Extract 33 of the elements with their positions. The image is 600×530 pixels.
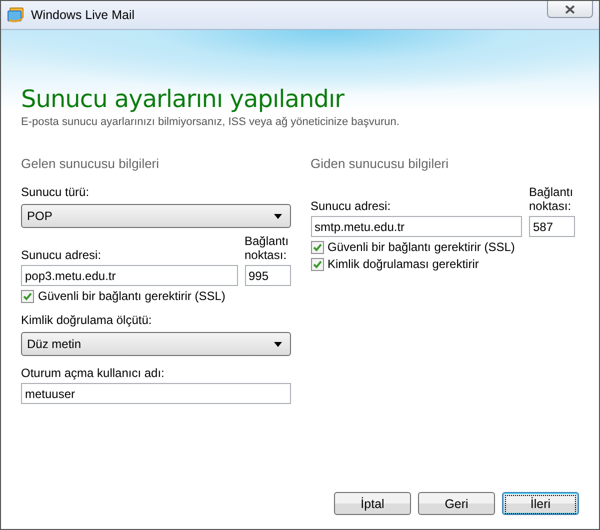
field-label: Kimlik doğrulama ölçütü: bbox=[21, 313, 153, 327]
server-address-field[interactable]: smtp.metu.edu.tr bbox=[310, 216, 522, 237]
field-label: Sunucu adresi: bbox=[21, 248, 102, 262]
dropdown-arrow-icon bbox=[274, 342, 282, 346]
dropdown-arrow-icon bbox=[274, 214, 282, 218]
section-title: Giden sunucusu bilgileri bbox=[310, 156, 450, 171]
window-title: Windows Live Mail bbox=[31, 8, 135, 22]
checkbox[interactable] bbox=[21, 290, 34, 302]
close-button[interactable] bbox=[547, 1, 593, 18]
server-address-field[interactable]: pop3.metu.edu.tr bbox=[21, 265, 238, 286]
port-field[interactable]: 995 bbox=[244, 265, 290, 286]
checkbox-label: Güvenli bir bağlantı gerektirir (SSL) bbox=[38, 289, 226, 303]
dialog-button[interactable]: İptal bbox=[334, 492, 411, 515]
field-label: Sunucu adresi: bbox=[310, 199, 392, 213]
app-icon bbox=[7, 7, 25, 23]
server-type-dropdown[interactable]: POP bbox=[21, 204, 290, 228]
dialog-button[interactable]: Geri bbox=[418, 492, 495, 515]
field-label: Bağlantı noktası: bbox=[244, 234, 290, 262]
port-field[interactable]: 587 bbox=[529, 216, 575, 237]
field-label: Sunucu türü: bbox=[21, 185, 90, 199]
dialog-button[interactable]: İleri bbox=[502, 492, 579, 515]
login-name-field[interactable]: metuuser bbox=[21, 383, 290, 404]
close-icon bbox=[565, 4, 575, 14]
checkbox[interactable] bbox=[310, 258, 324, 270]
checkbox-label: Kimlik doğrulaması gerektirir bbox=[328, 257, 479, 271]
checkbox-label: Güvenli bir bağlantı gerektirir (SSL) bbox=[328, 240, 515, 254]
auth-method-dropdown[interactable]: Düz metin bbox=[21, 332, 290, 356]
field-label: Bağlantı noktası: bbox=[529, 185, 574, 213]
page-heading: Sunucu ayarlarını yapılandır bbox=[21, 85, 346, 113]
field-label: Oturum açma kullanıcı adı: bbox=[21, 366, 166, 380]
checkbox[interactable] bbox=[310, 240, 324, 254]
subtitle-text: E-posta sunucu ayarlarınızı bilmiyorsanız, ISS veya ağ yöneticinize başvurun. bbox=[21, 116, 400, 128]
section-title: Gelen sunucusu bilgileri bbox=[21, 156, 160, 171]
